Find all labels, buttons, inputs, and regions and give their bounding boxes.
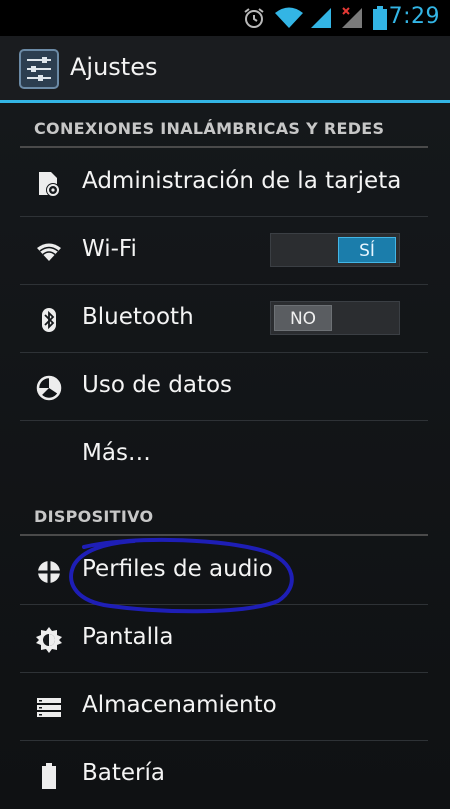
storage-icon [36,695,62,721]
settings-item-label: Administración de la tarjeta SIM [82,168,404,194]
section-header-label: CONEXIONES INALÁMBRICAS Y REDES [34,119,385,138]
battery-icon [372,6,388,34]
bluetooth-icon [36,307,62,333]
section-divider [20,534,428,536]
settings-item-label: Más… [82,440,151,466]
toggle-state-label: NO [274,305,332,331]
battery-icon [36,763,62,789]
cell-signal-icon [309,6,333,34]
section-divider [20,146,428,148]
action-bar: Ajustes [0,36,450,100]
clock: 7:29 [388,4,440,29]
settings-item-display[interactable]: Pantalla [20,605,428,673]
settings-item-battery[interactable]: Batería [20,741,428,809]
settings-item-sim-management[interactable]: Administración de la tarjeta SIM [20,149,428,217]
sim-card-icon [36,171,62,197]
wifi-signal-icon [274,6,304,34]
settings-item-label: Pantalla [82,624,174,650]
settings-item-label: Bluetooth [82,304,194,330]
settings-item-wifi[interactable]: Wi-Fi SÍ [20,217,428,285]
settings-item-bluetooth[interactable]: Bluetooth NO [20,285,428,353]
section-header-wireless: CONEXIONES INALÁMBRICAS Y REDES [20,106,428,148]
wifi-toggle[interactable]: SÍ [270,233,400,267]
settings-item-storage[interactable]: Almacenamiento [20,673,428,741]
settings-item-data-usage[interactable]: Uso de datos [20,353,428,421]
settings-item-label: Batería [82,760,165,786]
settings-item-audio-profiles[interactable]: Perfiles de audio [20,537,428,605]
bluetooth-toggle[interactable]: NO [270,301,400,335]
status-bar: 7:29 [0,0,450,36]
alarm-icon [242,6,266,34]
section-header-label: DISPOSITIVO [34,507,154,526]
page-title: Ajustes [70,53,158,81]
settings-item-label: Uso de datos [82,372,233,398]
settings-item-more[interactable]: Más… [20,421,428,489]
data-usage-icon [36,375,62,401]
section-header-device: DISPOSITIVO [20,494,428,536]
settings-item-label: Perfiles de audio [82,556,273,582]
settings-item-label: Almacenamiento [82,692,277,718]
wifi-icon [36,239,62,265]
audio-profiles-icon [36,559,62,585]
settings-sliders-icon[interactable] [19,49,59,89]
display-brightness-icon [36,627,62,653]
toggle-state-label: SÍ [338,237,396,263]
settings-item-label: Wi-Fi [82,236,137,262]
cell-signal-no-service-icon [340,6,364,34]
